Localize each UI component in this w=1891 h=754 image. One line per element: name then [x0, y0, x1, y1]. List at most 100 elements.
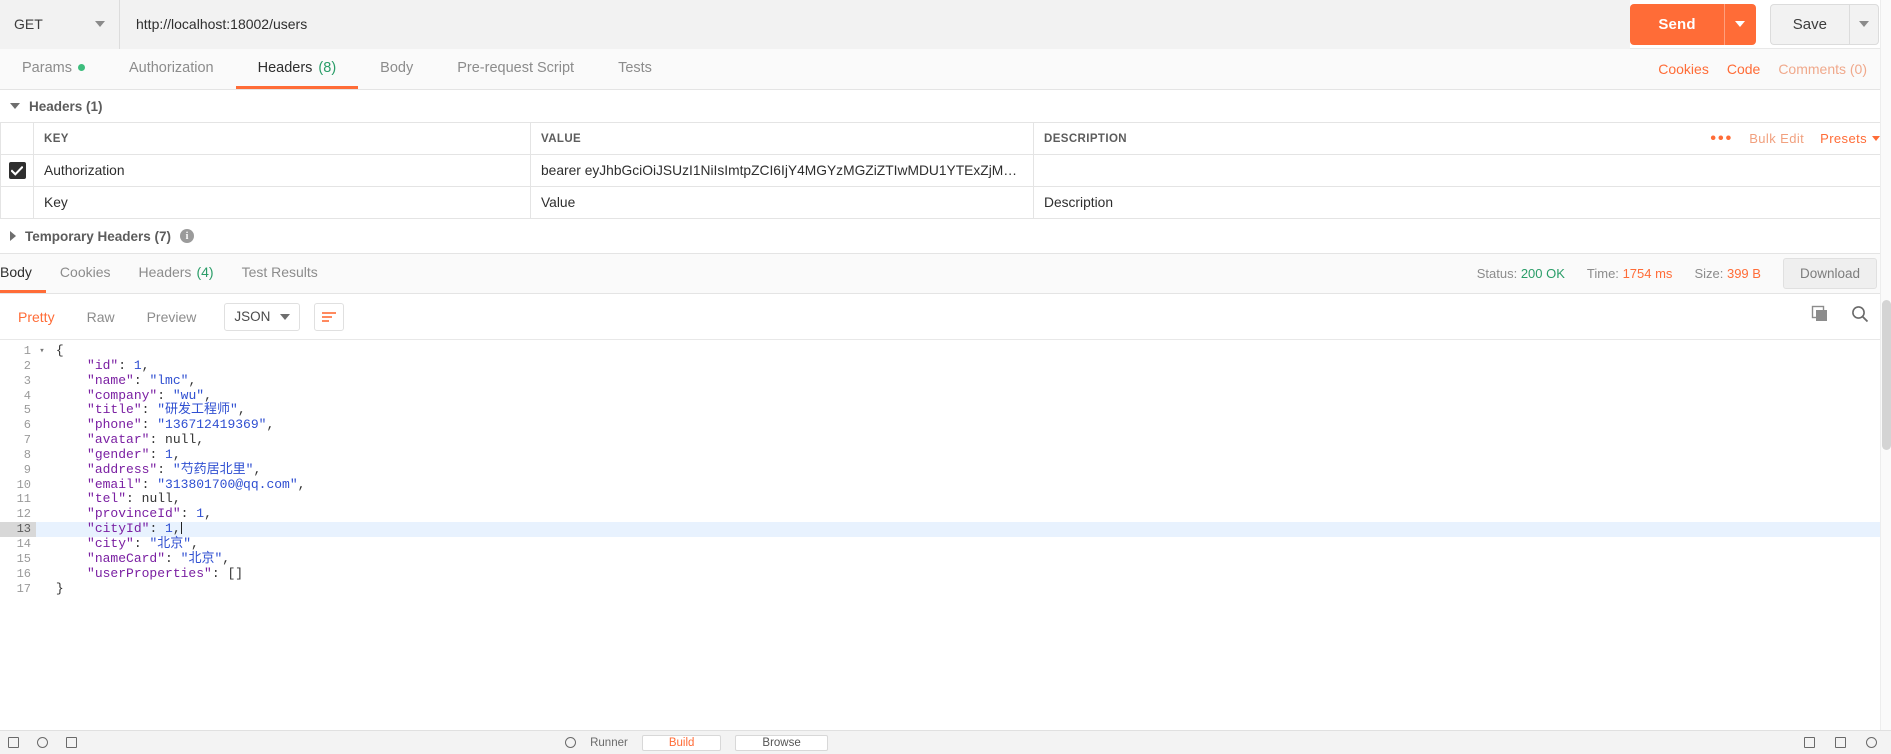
request-url-input[interactable]	[120, 0, 1631, 49]
response-body-json-viewer[interactable]: 1 ▾ {2 "id": 1, 3 "name": "lmc", 4 "company…	[0, 340, 1891, 602]
code-line[interactable]: 8 "gender": 1,	[0, 447, 1891, 463]
code-line[interactable]: 11 "tel": null,	[0, 492, 1891, 507]
runner-label: Runner	[590, 736, 628, 749]
response-size-label: Size:	[1694, 266, 1724, 281]
code-line-text: }	[55, 580, 64, 596]
response-tab-cookies[interactable]: Cookies	[46, 254, 125, 293]
table-row[interactable]: Key Value Description	[0, 186, 1891, 219]
header-value-cell[interactable]: bearer eyJhbGciOiJSUzI1NiIsImtpZCI6IjY4M…	[530, 154, 1034, 187]
code-line-text: "cityId": 1,	[87, 521, 182, 537]
response-tab-test-results-label: Test Results	[241, 264, 318, 280]
code-line[interactable]: 9 "address": "芍药居北里",	[0, 462, 1891, 478]
tab-headers[interactable]: Headers (8)	[235, 49, 359, 89]
header-value-input-empty[interactable]: Value	[530, 186, 1034, 219]
code-link[interactable]: Code	[1727, 61, 1760, 77]
checkbox-checked-icon[interactable]	[8, 162, 26, 179]
response-tab-test-results[interactable]: Test Results	[228, 254, 332, 293]
search-icon	[1852, 306, 1869, 323]
single-pane-icon[interactable]	[1834, 737, 1846, 748]
copy-button[interactable]	[1811, 305, 1829, 328]
code-line[interactable]: 14 "city": "北京",	[0, 535, 1891, 552]
code-line-text: "provinceId": 1,	[87, 506, 212, 522]
download-button[interactable]: Download	[1782, 258, 1877, 289]
layout-icon[interactable]	[66, 737, 77, 748]
comments-link[interactable]: Comments (0)	[1778, 61, 1867, 77]
code-line[interactable]: 1 ▾ {	[0, 343, 1891, 359]
code-line[interactable]: 7 "avatar": null,	[0, 432, 1891, 448]
scrollbar-thumb[interactable]	[1882, 300, 1891, 450]
record-icon[interactable]	[37, 737, 48, 748]
help-icon[interactable]	[1865, 737, 1877, 748]
header-key-cell[interactable]: Authorization	[33, 154, 531, 187]
response-language-select[interactable]: JSON	[224, 302, 301, 331]
code-line-text: "city": "北京",	[87, 535, 199, 551]
temporary-headers-label: Temporary Headers (7)	[25, 228, 172, 244]
format-raw-button[interactable]: Raw	[71, 294, 131, 340]
header-description-cell[interactable]	[1033, 154, 1891, 187]
tab-params[interactable]: Params	[0, 49, 107, 89]
tab-pre-request-script-label: Pre-request Script	[457, 59, 575, 76]
bulk-edit-button[interactable]: Bulk Edit	[1749, 131, 1804, 146]
code-line-text: "name": "lmc",	[87, 372, 197, 388]
temporary-headers-row[interactable]: Temporary Headers (7) i	[0, 219, 1891, 254]
http-method-select[interactable]: GET	[0, 0, 120, 49]
url-bar-actions: Send Save	[1630, 3, 1891, 45]
code-line[interactable]: 2 "id": 1,	[0, 358, 1891, 374]
code-line[interactable]: 16 "userProperties": []	[0, 566, 1891, 582]
build-mode-button[interactable]: Build	[641, 734, 722, 751]
code-line[interactable]: 5 "title": "研发工程师",	[0, 402, 1891, 418]
info-icon[interactable]: i	[180, 229, 195, 243]
page-scrollbar[interactable]	[1880, 0, 1891, 754]
caret-right-icon	[10, 231, 16, 241]
header-more-options-icon[interactable]: •••	[1710, 130, 1733, 147]
tab-tests[interactable]: Tests	[596, 49, 674, 89]
chevron-down-icon	[280, 313, 291, 320]
runner-icon[interactable]	[565, 737, 577, 748]
fold-caret-down-icon[interactable]: ▾	[36, 344, 48, 359]
line-number: 3	[23, 373, 31, 388]
code-line[interactable]: 17 }	[0, 580, 1891, 597]
code-line[interactable]: 13 "cityId": 1,	[0, 521, 1891, 537]
code-line[interactable]: 3 "name": "lmc",	[0, 372, 1891, 389]
tab-authorization[interactable]: Authorization	[107, 49, 236, 89]
caret-down-icon	[10, 103, 20, 109]
code-line[interactable]: 6 "phone": "136712419369",	[0, 417, 1891, 433]
send-options-button[interactable]	[1723, 3, 1756, 45]
response-time: Time: 1754 ms	[1587, 266, 1673, 281]
header-description-input-empty[interactable]: Description	[1033, 186, 1891, 219]
format-preview-button[interactable]: Preview	[131, 294, 213, 340]
response-status-label: Status:	[1476, 266, 1518, 281]
code-line-text: {	[55, 343, 64, 358]
code-line[interactable]: 4 "company": "wu",	[0, 388, 1891, 404]
response-tab-headers[interactable]: Headers (4)	[125, 254, 228, 293]
headers-section-title-row[interactable]: Headers (1)	[0, 90, 1891, 122]
code-line[interactable]: 15 "nameCard": "北京",	[0, 551, 1891, 567]
code-line-text: "tel": null,	[87, 491, 181, 507]
tab-body[interactable]: Body	[358, 49, 435, 89]
header-row-checkbox-cell-empty[interactable]	[0, 186, 34, 219]
cookies-link[interactable]: Cookies	[1658, 61, 1709, 77]
response-format-bar: Pretty Raw Preview JSON	[0, 294, 1891, 340]
search-button[interactable]	[1851, 305, 1869, 328]
window-icon[interactable]	[8, 737, 19, 748]
tab-pre-request-script[interactable]: Pre-request Script	[435, 49, 596, 89]
wrap-lines-button[interactable]	[314, 302, 345, 331]
taskbar: Runner Build Browse	[0, 730, 1891, 754]
save-options-button[interactable]	[1849, 3, 1879, 45]
code-line[interactable]: 12 "provinceId": 1,	[0, 506, 1891, 522]
send-button[interactable]: Send	[1630, 3, 1724, 45]
table-row[interactable]: Authorization bearer eyJhbGciOiJSUzI1NiI…	[0, 154, 1891, 187]
line-number: 13	[0, 522, 36, 537]
presets-button[interactable]: Presets	[1820, 131, 1880, 146]
code-line[interactable]: 10 "email": "313801700@qq.com",	[0, 477, 1891, 493]
format-pretty-button[interactable]: Pretty	[2, 294, 71, 340]
presets-label: Presets	[1820, 131, 1867, 146]
two-pane-icon[interactable]	[1803, 737, 1815, 748]
browse-mode-button[interactable]: Browse	[735, 734, 828, 751]
response-tab-body[interactable]: Body	[0, 254, 46, 293]
tab-params-label: Params	[22, 59, 72, 76]
save-button[interactable]: Save	[1769, 3, 1849, 45]
header-key-input-empty[interactable]: Key	[33, 186, 531, 219]
response-time-label: Time:	[1586, 266, 1619, 281]
header-row-checkbox-cell[interactable]	[0, 154, 34, 187]
